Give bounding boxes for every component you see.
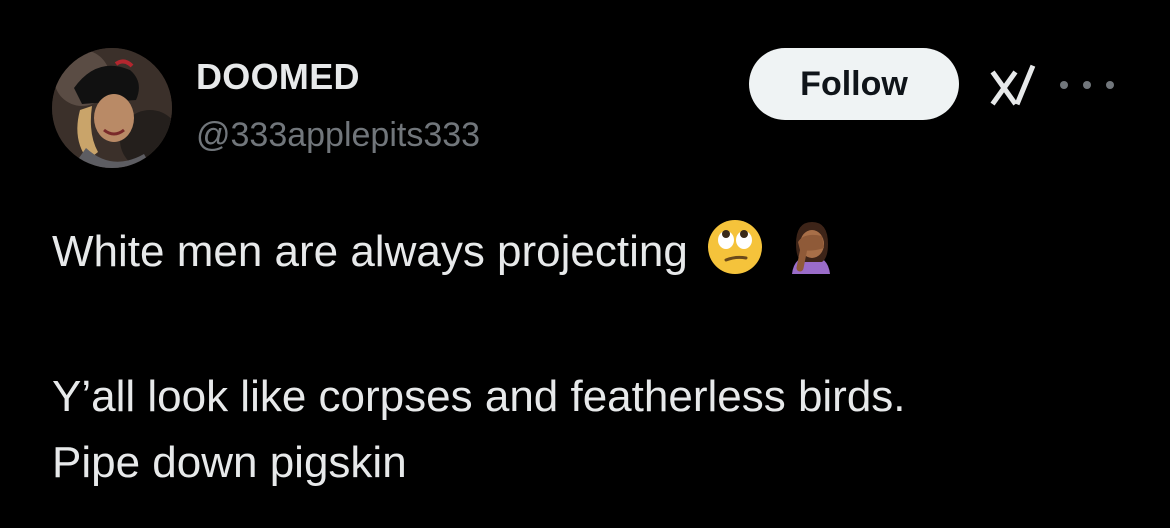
author-handle[interactable]: @333applepits333	[196, 116, 480, 155]
tweet-line-1-text: White men are always projecting	[52, 227, 688, 276]
person-facepalming-icon	[782, 218, 840, 276]
tweet-line-1: White men are always projecting	[52, 218, 1132, 284]
tweet-body: White men are always projecting Y’all lo…	[52, 218, 1132, 496]
tweet-line-3: Pipe down pigskin	[52, 438, 407, 487]
avatar[interactable]	[52, 48, 172, 168]
more-options-icon[interactable]	[1060, 70, 1114, 100]
tweet-line-2: Y’all look like corpses and featherless …	[52, 372, 906, 421]
author-display-name[interactable]: DOOMED	[196, 56, 360, 98]
avatar-image	[52, 48, 172, 168]
face-with-rolling-eyes-icon	[706, 218, 764, 276]
follow-button[interactable]: Follow	[749, 48, 959, 120]
grok-icon[interactable]	[988, 62, 1038, 110]
